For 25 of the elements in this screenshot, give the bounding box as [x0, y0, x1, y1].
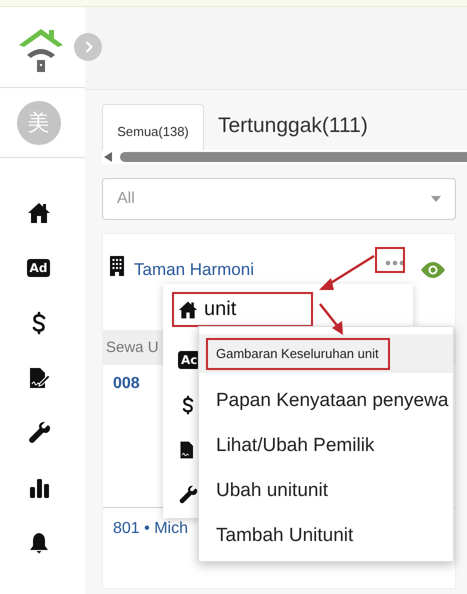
- unit-link[interactable]: 008: [113, 375, 140, 392]
- submenu-item[interactable]: Papan Kenyataan penyewa: [199, 378, 453, 423]
- chevron-right-icon: [85, 41, 93, 53]
- wrench-icon: [178, 484, 198, 504]
- submenu-item[interactable]: Tambah Unitunit: [199, 513, 453, 558]
- submenu-item[interactable]: Gambaran Keseluruhan unit: [199, 334, 453, 373]
- eye-icon[interactable]: [421, 262, 445, 278]
- wrench-icon[interactable]: [26, 420, 50, 444]
- ad-icon[interactable]: Ad: [26, 258, 50, 276]
- caret-icon: [431, 196, 441, 202]
- annotation-arrow: [319, 254, 375, 290]
- property-title[interactable]: Taman Harmoni: [134, 260, 385, 280]
- scroll-left-icon[interactable]: [104, 152, 112, 162]
- tab[interactable]: Semua(138): [102, 104, 204, 150]
- scrollbar[interactable]: [120, 152, 467, 162]
- unit-link[interactable]: 801 • Mich: [113, 520, 188, 537]
- ad-icon: Ac: [178, 350, 198, 368]
- home-icon[interactable]: [26, 200, 50, 224]
- tab[interactable]: Tertunggak(111): [204, 114, 368, 150]
- building-icon: [109, 256, 125, 276]
- submenu-item[interactable]: Ubah unitunit: [199, 468, 453, 513]
- home-icon: [178, 300, 198, 320]
- more-icon[interactable]: [385, 260, 405, 266]
- submenu-item[interactable]: Lihat/Ubah Pemilik: [199, 423, 453, 468]
- annotation-arrow: [319, 303, 343, 335]
